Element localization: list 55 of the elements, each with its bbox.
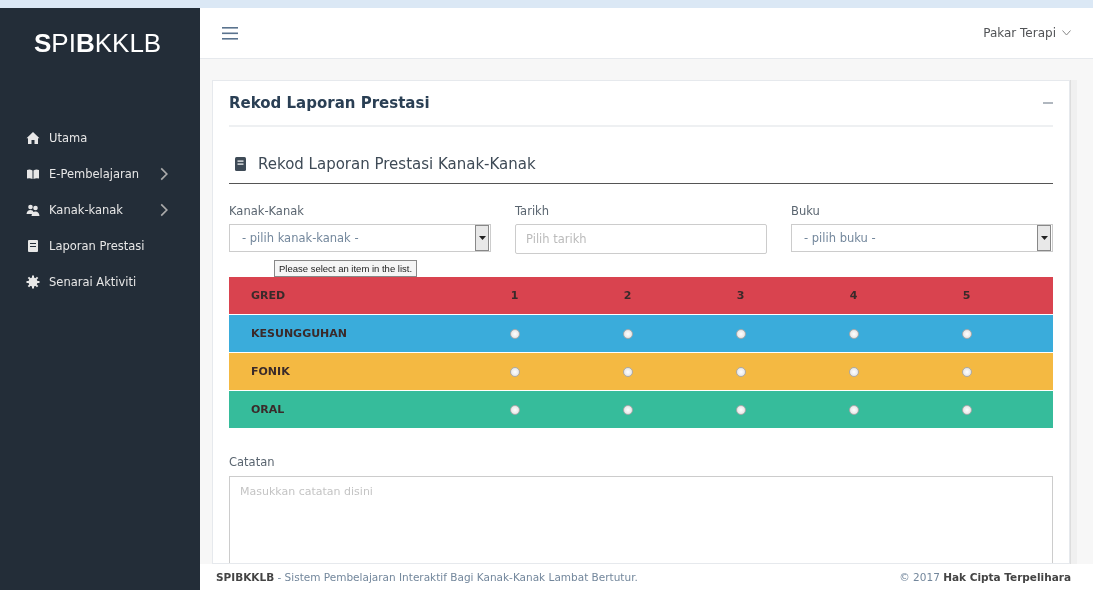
radio-button[interactable] (961, 366, 972, 377)
column-header: 5 (962, 289, 971, 302)
radio-button[interactable] (848, 404, 859, 415)
footer-text: SPIBKKLB - Sistem Pembelajaran Interaktif Bagi Kanak-Kanak Lambat Bertutur. (216, 571, 638, 583)
radio-button[interactable] (735, 404, 746, 415)
document-icon (26, 239, 40, 253)
column-header: GRED (251, 289, 287, 302)
gear-icon (26, 275, 40, 289)
sidebar-item[interactable]: Kanak-kanak (0, 192, 200, 228)
row-label: ORAL (251, 403, 286, 416)
sidebar-item[interactable]: Senarai Aktiviti (0, 264, 200, 300)
radio-button[interactable] (961, 404, 972, 415)
radio-button[interactable] (622, 366, 633, 377)
select-field[interactable]: - pilih kanak-kanak - (229, 224, 491, 252)
menu-icon[interactable] (222, 26, 238, 40)
radio-button[interactable] (622, 328, 633, 339)
document-icon (235, 157, 246, 171)
radio-button[interactable] (735, 328, 746, 339)
radio-button[interactable] (622, 404, 633, 415)
field-label: Kanak-Kanak (229, 204, 305, 218)
row-label: FONIK (251, 365, 291, 378)
panel-title: Rekod Laporan Prestasi (229, 94, 430, 112)
radio-button[interactable] (961, 328, 972, 339)
field-label: Catatan (229, 455, 276, 469)
radio-button[interactable] (848, 366, 859, 377)
section-title: Rekod Laporan Prestasi Kanak-Kanak (258, 155, 536, 173)
notes-field[interactable]: Masukkan catatan disini (229, 476, 1053, 563)
column-header: 4 (849, 289, 858, 302)
radio-button[interactable] (735, 366, 746, 377)
column-header: 2 (623, 289, 632, 302)
sidebar-item[interactable]: E-Pembelajaran (0, 156, 200, 192)
caret-icon (478, 236, 486, 240)
date-field[interactable]: Pilih tarikh (515, 224, 767, 254)
column-header: 3 (736, 289, 745, 302)
column-header: 1 (510, 289, 519, 302)
sidebar-item[interactable]: Utama (0, 120, 200, 156)
radio-button[interactable] (509, 404, 520, 415)
field-label: Buku (791, 204, 821, 218)
book-icon (26, 167, 40, 181)
field-label: Tarikh (515, 204, 551, 218)
caret-icon (1040, 236, 1048, 240)
home-icon (26, 131, 40, 145)
copyright-text: © 2017 Hak Cipta Terpelihara (899, 571, 1071, 583)
radio-button[interactable] (848, 328, 859, 339)
logo: SPIBKKLB (33, 27, 162, 60)
radio-button[interactable] (509, 366, 520, 377)
tooltip: Please select an item in the list. (274, 260, 418, 277)
select-field[interactable]: - pilih buku - (791, 224, 1053, 252)
scrollbar[interactable] (1070, 80, 1077, 564)
users-icon (26, 203, 40, 217)
sidebar-item[interactable]: Laporan Prestasi (0, 228, 200, 264)
caret-icon (1062, 30, 1071, 36)
radio-button[interactable] (509, 328, 520, 339)
user-menu[interactable]: Pakar Terapi (983, 26, 1071, 40)
row-label: KESUNGGUHAN (251, 327, 348, 340)
